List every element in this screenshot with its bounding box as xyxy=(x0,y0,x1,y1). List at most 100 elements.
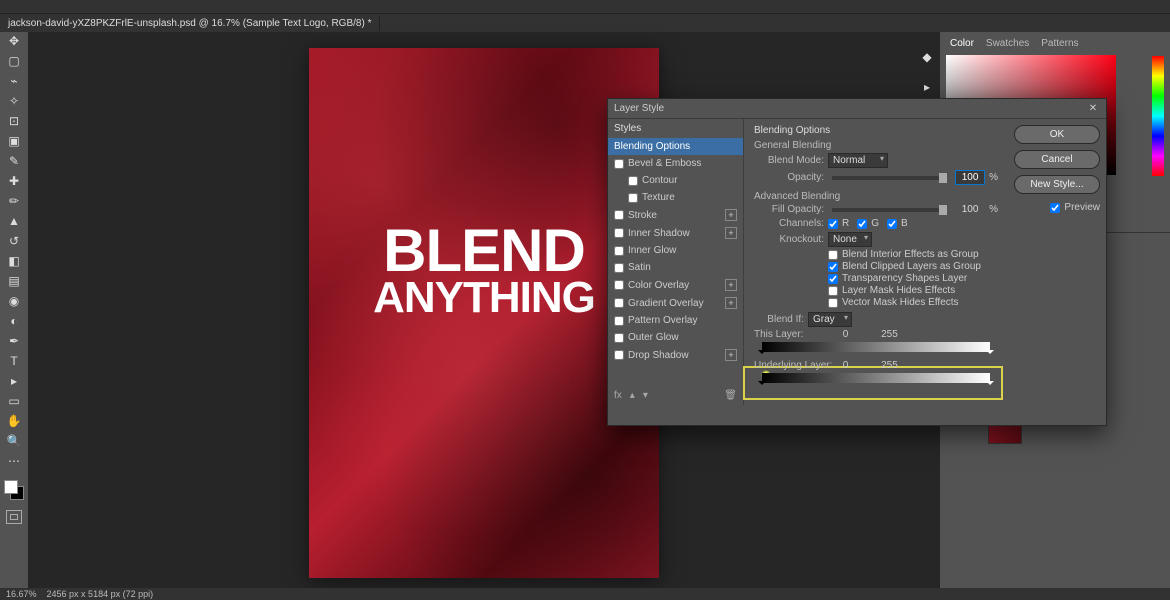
add-effect-icon[interactable]: + xyxy=(725,279,737,291)
document-tab[interactable]: jackson-david-yXZ8PKZFrlE-unsplash.psd @… xyxy=(0,16,380,31)
style-item[interactable]: Color Overlay+ xyxy=(608,276,743,294)
style-item[interactable]: Bevel & Emboss xyxy=(608,155,743,172)
style-checkbox[interactable] xyxy=(614,316,624,326)
gradient-tool-icon[interactable]: ▤ xyxy=(4,274,24,288)
style-up-icon[interactable]: ▴ xyxy=(630,390,635,401)
style-item[interactable]: Inner Shadow+ xyxy=(608,224,743,242)
add-effect-icon[interactable]: + xyxy=(725,349,737,361)
foreground-color-swatch[interactable] xyxy=(4,480,18,494)
edit-toolbar-icon[interactable]: ⋯ xyxy=(4,454,24,468)
style-checkbox[interactable] xyxy=(614,350,624,360)
transparency-shapes-checkbox[interactable]: Transparency Shapes Layer xyxy=(828,273,998,284)
style-checkbox[interactable] xyxy=(614,210,624,220)
style-checkbox[interactable] xyxy=(614,246,624,256)
style-blending-options[interactable]: Blending Options xyxy=(608,138,743,155)
style-label: Inner Glow xyxy=(628,245,737,256)
style-item[interactable]: Drop Shadow+ xyxy=(608,346,743,364)
hue-slider[interactable] xyxy=(1152,56,1164,176)
type-tool-icon[interactable]: T xyxy=(4,354,24,368)
style-item[interactable]: Inner Glow xyxy=(608,242,743,259)
delete-style-icon[interactable]: 🗑 xyxy=(724,390,737,401)
style-item[interactable]: Satin xyxy=(608,259,743,276)
style-checkbox[interactable] xyxy=(614,228,624,238)
channel-g[interactable]: G xyxy=(857,218,879,229)
blur-tool-icon[interactable]: ◉ xyxy=(4,294,24,308)
underlying-layer-gradient[interactable] xyxy=(762,373,990,383)
history-brush-tool-icon[interactable]: ↺ xyxy=(4,234,24,248)
dodge-tool-icon[interactable]: ◐ xyxy=(4,314,24,328)
magic-wand-tool-icon[interactable]: ✧ xyxy=(4,94,24,108)
style-item[interactable]: Stroke+ xyxy=(608,206,743,224)
cancel-button[interactable]: Cancel xyxy=(1014,150,1100,169)
style-down-icon[interactable]: ▾ xyxy=(643,390,648,401)
underlying-layer-min: 0 xyxy=(843,360,849,371)
layer-style-dialog: Layer Style ✕ Styles Blending Options Be… xyxy=(607,98,1107,426)
style-checkbox[interactable] xyxy=(628,193,638,203)
close-icon[interactable]: ✕ xyxy=(1086,102,1100,116)
preview-checkbox[interactable]: Preview xyxy=(1014,202,1100,213)
layer-mask-hides-checkbox[interactable]: Layer Mask Hides Effects xyxy=(828,285,998,296)
color-swatch[interactable] xyxy=(4,480,24,500)
dialog-titlebar[interactable]: Layer Style ✕ xyxy=(608,99,1106,119)
vector-mask-hides-checkbox[interactable]: Vector Mask Hides Effects xyxy=(828,297,998,308)
history-panel-icon[interactable]: ◆ xyxy=(918,48,936,66)
marquee-tool-icon[interactable]: ▢ xyxy=(4,54,24,68)
properties-panel-icon[interactable]: ▸ xyxy=(918,78,936,96)
opacity-slider[interactable] xyxy=(832,176,947,180)
advanced-blending-label: Advanced Blending xyxy=(754,191,998,202)
lasso-tool-icon[interactable]: ⌁ xyxy=(4,74,24,88)
hand-tool-icon[interactable]: ✋ xyxy=(4,414,24,428)
quick-mask-icon[interactable] xyxy=(6,510,22,524)
blend-mode-select[interactable]: Normal xyxy=(828,153,888,168)
this-layer-min: 0 xyxy=(843,329,849,340)
add-effect-icon[interactable]: + xyxy=(725,209,737,221)
add-effect-icon[interactable]: + xyxy=(725,297,737,309)
blend-interior-checkbox[interactable]: Blend Interior Effects as Group xyxy=(828,249,998,260)
fill-opacity-slider[interactable] xyxy=(832,208,947,212)
eyedropper-tool-icon[interactable]: ✎ xyxy=(4,154,24,168)
style-label: Texture xyxy=(642,192,737,203)
style-checkbox[interactable] xyxy=(614,298,624,308)
this-layer-gradient[interactable] xyxy=(762,342,990,352)
style-checkbox[interactable] xyxy=(614,333,624,343)
crop-tool-icon[interactable]: ⊡ xyxy=(4,114,24,128)
tab-patterns[interactable]: Patterns xyxy=(1041,38,1078,49)
channel-b[interactable]: B xyxy=(887,218,908,229)
fx-icon[interactable]: fx xyxy=(614,390,622,401)
path-select-tool-icon[interactable]: ▸ xyxy=(4,374,24,388)
frame-tool-icon[interactable]: ▣ xyxy=(4,134,24,148)
channel-r[interactable]: R xyxy=(828,218,849,229)
blend-clipped-checkbox[interactable]: Blend Clipped Layers as Group xyxy=(828,261,998,272)
pen-tool-icon[interactable]: ✒ xyxy=(4,334,24,348)
healing-tool-icon[interactable]: ✚ xyxy=(4,174,24,188)
style-checkbox[interactable] xyxy=(614,280,624,290)
move-tool-icon[interactable]: ✥ xyxy=(4,34,24,48)
clone-stamp-tool-icon[interactable]: ▲ xyxy=(4,214,24,228)
fill-opacity-label: Fill Opacity: xyxy=(754,204,824,215)
tab-color[interactable]: Color xyxy=(950,38,974,49)
style-label: Contour xyxy=(642,175,737,186)
shape-tool-icon[interactable]: ▭ xyxy=(4,394,24,408)
style-item[interactable]: Gradient Overlay+ xyxy=(608,294,743,312)
opacity-input[interactable]: 100 xyxy=(955,170,985,185)
style-item[interactable]: Contour xyxy=(608,172,743,189)
eraser-tool-icon[interactable]: ◧ xyxy=(4,254,24,268)
style-checkbox[interactable] xyxy=(614,159,624,169)
style-item[interactable]: Pattern Overlay xyxy=(608,312,743,329)
add-effect-icon[interactable]: + xyxy=(725,227,737,239)
knockout-select[interactable]: None xyxy=(828,232,872,247)
style-item[interactable]: Texture xyxy=(608,189,743,206)
status-zoom[interactable]: 16.67% xyxy=(6,589,37,599)
ok-button[interactable]: OK xyxy=(1014,125,1100,144)
style-label: Bevel & Emboss xyxy=(628,158,737,169)
brush-tool-icon[interactable]: ✏ xyxy=(4,194,24,208)
new-style-button[interactable]: New Style... xyxy=(1014,175,1100,194)
styles-list: Styles Blending Options Bevel & EmbossCo… xyxy=(608,119,744,405)
style-item[interactable]: Outer Glow xyxy=(608,329,743,346)
style-checkbox[interactable] xyxy=(614,263,624,273)
tab-swatches[interactable]: Swatches xyxy=(986,38,1029,49)
blend-if-select[interactable]: Gray xyxy=(808,312,852,327)
style-label: Outer Glow xyxy=(628,332,737,343)
zoom-tool-icon[interactable]: 🔍 xyxy=(4,434,24,448)
style-checkbox[interactable] xyxy=(628,176,638,186)
